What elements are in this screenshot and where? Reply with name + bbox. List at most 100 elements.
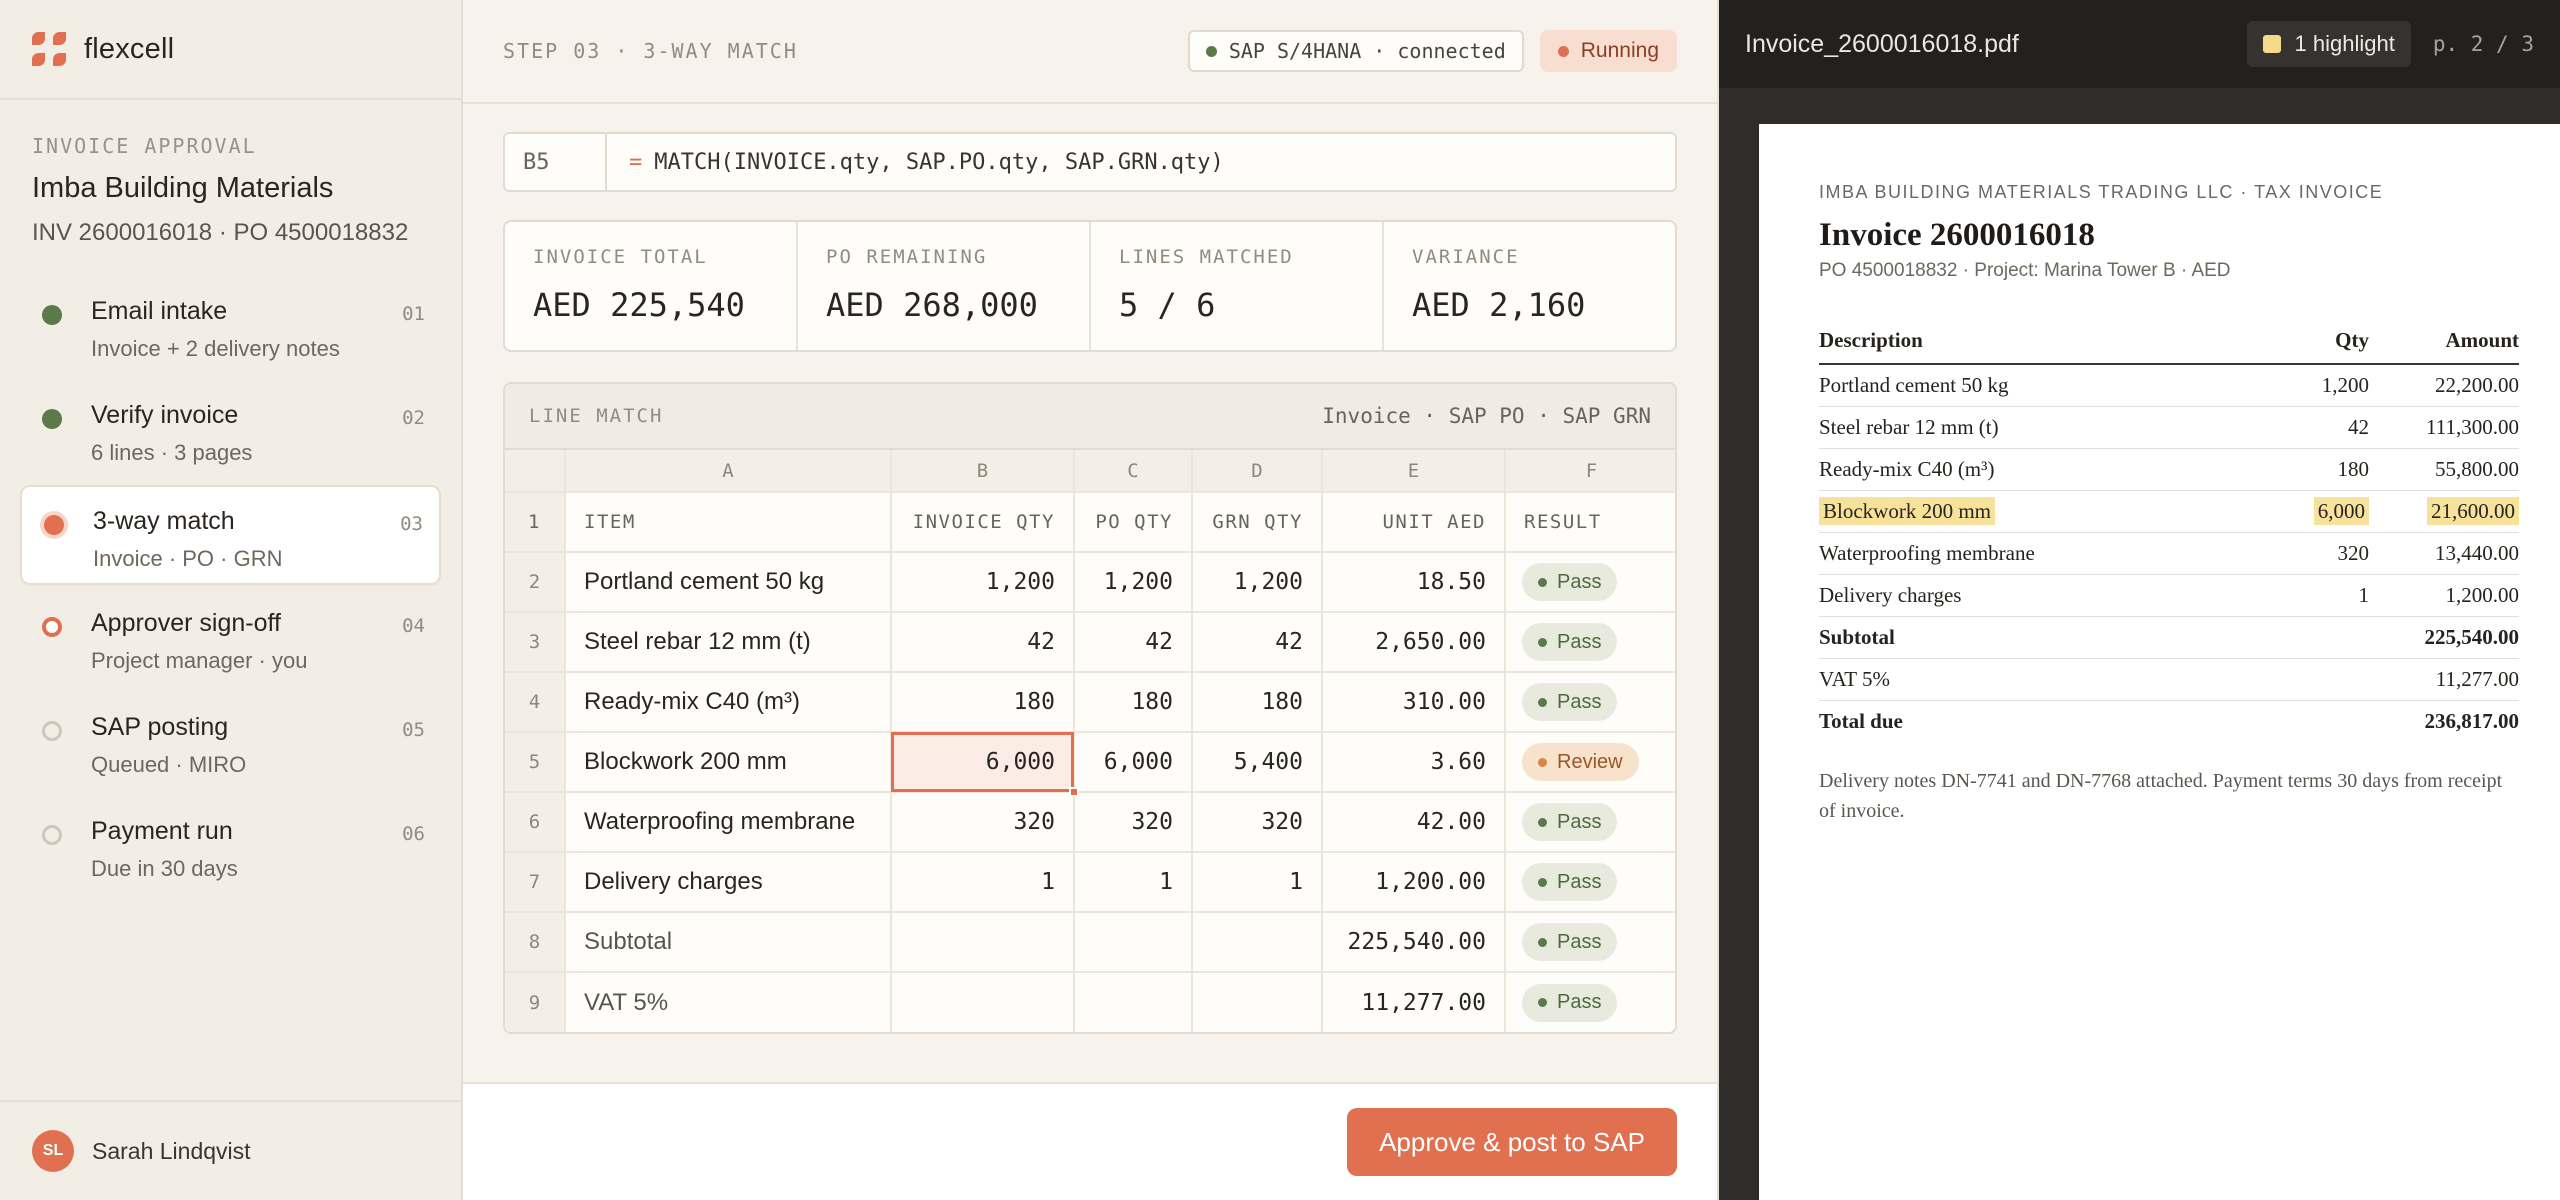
doc-issuer: IMBA BUILDING MATERIALS TRADING LLC · TA… (1819, 182, 2384, 202)
step-number: 05 (402, 719, 425, 741)
cell-item[interactable]: Steel rebar 12 mm (t) (565, 612, 892, 673)
step-verify-invoice[interactable]: Verify invoice 6 lines · 3 pages 02 (20, 381, 441, 481)
cell-grn-qty[interactable]: 5,400 (1192, 732, 1323, 793)
cell-item[interactable]: VAT 5% (565, 972, 892, 1032)
row-number[interactable]: 2 (505, 552, 566, 613)
cell-item[interactable]: Blockwork 200 mm (565, 732, 892, 793)
step-number: 06 (402, 823, 425, 845)
cell-item[interactable]: Portland cement 50 kg (565, 552, 892, 613)
current-user[interactable]: SL Sarah Lindqvist (0, 1100, 461, 1200)
highlight-toggle[interactable]: 1 highlight (2246, 21, 2411, 67)
row-number[interactable]: 9 (505, 972, 566, 1032)
cell-item[interactable]: Waterproofing membrane (565, 792, 892, 853)
cell-invoice-qty[interactable]: 180 (891, 672, 1075, 733)
cell-result[interactable]: Pass (1505, 912, 1675, 973)
fill-handle[interactable] (1069, 787, 1079, 797)
cell-po-qty[interactable] (1074, 912, 1193, 973)
cell-reference[interactable]: B5 (505, 134, 607, 190)
cell-result[interactable]: Pass (1505, 612, 1675, 673)
cell-po-qty[interactable]: 320 (1074, 792, 1193, 853)
cell-grn-qty[interactable]: 180 (1192, 672, 1323, 733)
row-number[interactable]: 8 (505, 912, 566, 973)
step-email-intake[interactable]: Email intake Invoice + 2 delivery notes … (20, 277, 441, 377)
cell-invoice-qty[interactable]: 1,200 (891, 552, 1075, 613)
column-header[interactable]: D (1192, 450, 1323, 493)
cell-item[interactable]: Delivery charges (565, 852, 892, 913)
cell[interactable]: ITEM (565, 492, 892, 553)
cell-po-qty[interactable]: 1 (1074, 852, 1193, 913)
cell-grn-qty[interactable]: 42 (1192, 612, 1323, 673)
doc-amount: 13,440.00 (2369, 532, 2519, 575)
column-header[interactable]: E (1322, 450, 1506, 493)
cell-unit-aed[interactable]: 18.50 (1322, 552, 1506, 613)
kpi-label: PO REMAINING (826, 246, 988, 268)
approve-post-button[interactable]: Approve & post to SAP (1347, 1108, 1677, 1176)
corner-cell[interactable] (505, 450, 566, 493)
cell-grn-qty[interactable] (1192, 972, 1323, 1032)
cell-unit-aed[interactable]: 1,200.00 (1322, 852, 1506, 913)
cell[interactable]: RESULT (1505, 492, 1675, 553)
row-number[interactable]: 7 (505, 852, 566, 913)
cell-unit-aed[interactable]: 3.60 (1322, 732, 1506, 793)
cell-invoice-qty[interactable] (891, 972, 1075, 1032)
cell-result[interactable]: Pass (1505, 792, 1675, 853)
step-sap-posting[interactable]: SAP posting Queued · MIRO 05 (20, 693, 441, 793)
column-header[interactable]: A (565, 450, 892, 493)
cell-unit-aed[interactable]: 2,650.00 (1322, 612, 1506, 673)
cell-invoice-qty[interactable]: 320 (891, 792, 1075, 853)
column-header[interactable]: F (1505, 450, 1675, 493)
pass-dot-icon (1538, 637, 1547, 647)
column-header[interactable]: B (891, 450, 1075, 493)
row-number[interactable]: 6 (505, 792, 566, 853)
row-number[interactable]: 1 (505, 492, 566, 553)
cell-po-qty[interactable]: 42 (1074, 612, 1193, 673)
cell[interactable]: UNIT AED (1322, 492, 1506, 553)
cell-result[interactable]: Pass (1505, 972, 1675, 1032)
cell-unit-aed[interactable]: 11,277.00 (1322, 972, 1506, 1032)
doc-desc-highlight[interactable]: Blockwork 200 mm (1819, 496, 1995, 525)
cell-po-qty[interactable]: 1,200 (1074, 552, 1193, 613)
cell-item[interactable]: Subtotal (565, 912, 892, 973)
step-status-done-icon (42, 409, 62, 429)
cell-po-qty[interactable] (1074, 972, 1193, 1032)
doc-header-amount: Amount (2369, 318, 2519, 365)
cell[interactable]: INVOICE QTY (891, 492, 1075, 553)
cell-invoice-qty[interactable] (891, 912, 1075, 973)
formula-input[interactable]: = MATCH(INVOICE.qty, SAP.PO.qty, SAP.GRN.… (607, 150, 1224, 175)
cell-result[interactable]: Pass (1505, 852, 1675, 913)
cell-item[interactable]: Ready-mix C40 (m³) (565, 672, 892, 733)
cell-po-qty[interactable]: 180 (1074, 672, 1193, 733)
row-number[interactable]: 3 (505, 612, 566, 673)
cell-unit-aed[interactable]: 42.00 (1322, 792, 1506, 853)
formula-bar[interactable]: B5 = MATCH(INVOICE.qty, SAP.PO.qty, SAP.G… (503, 132, 1677, 192)
doc-qty-highlight[interactable]: 6,000 (2313, 496, 2369, 525)
cell-grn-qty[interactable]: 320 (1192, 792, 1323, 853)
cell-grn-qty[interactable]: 1,200 (1192, 552, 1323, 613)
result-label: Review (1557, 750, 1623, 773)
cell-result[interactable]: Pass (1505, 552, 1675, 613)
cell-invoice-qty[interactable]: 1 (891, 852, 1075, 913)
cell-unit-aed[interactable]: 225,540.00 (1322, 912, 1506, 973)
cell-unit-aed[interactable]: 310.00 (1322, 672, 1506, 733)
doc-line: Portland cement 50 kg 1,200 22,200.00 (1819, 364, 2519, 407)
cell-grn-qty[interactable] (1192, 912, 1323, 973)
highlight-swatch-icon (2262, 35, 2281, 53)
column-header[interactable]: C (1074, 450, 1193, 493)
cell-invoice-qty-selected[interactable]: 6,000 (891, 732, 1079, 797)
cell-po-qty[interactable]: 6,000 (1074, 732, 1193, 793)
row-number[interactable]: 5 (505, 732, 566, 793)
cell[interactable]: GRN QTY (1192, 492, 1323, 553)
row-number[interactable]: 4 (505, 672, 566, 733)
kpi-label: INVOICE TOTAL (533, 246, 708, 268)
step-payment-run[interactable]: Payment run Due in 30 days 06 (20, 797, 441, 897)
doc-amount-highlight[interactable]: 21,600.00 (2427, 496, 2519, 525)
cell[interactable]: PO QTY (1074, 492, 1193, 553)
cell-result[interactable]: Review (1505, 732, 1675, 793)
kpi-po-remaining: PO REMAINING AED 268,000 (798, 222, 1091, 350)
step-3-way-match[interactable]: 3-way match Invoice · PO · GRN 03 (20, 485, 441, 585)
pass-badge: Pass (1522, 563, 1618, 601)
cell-grn-qty[interactable]: 1 (1192, 852, 1323, 913)
cell-result[interactable]: Pass (1505, 672, 1675, 733)
step-approver-sign-off[interactable]: Approver sign-off Project manager · you … (20, 589, 441, 689)
cell-invoice-qty[interactable]: 42 (891, 612, 1075, 673)
